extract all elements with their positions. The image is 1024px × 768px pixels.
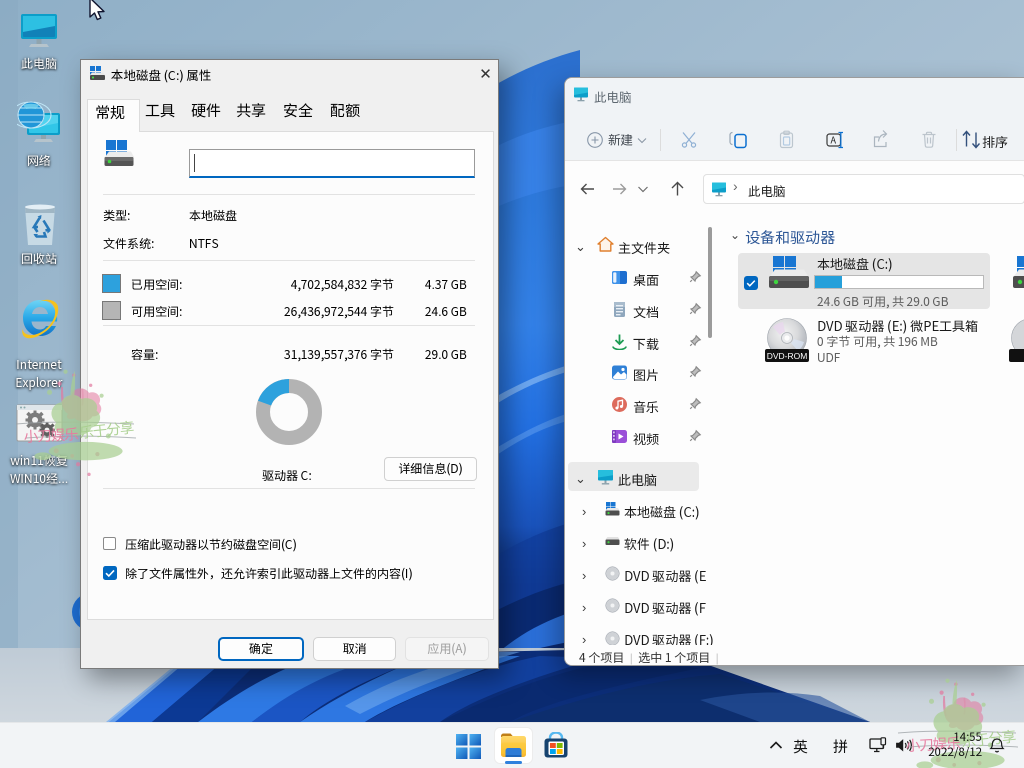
- svg-text:A: A: [830, 132, 836, 146]
- svg-text:DVD-ROM: DVD-ROM: [767, 351, 808, 361]
- svg-text:新建: 新建: [608, 130, 634, 149]
